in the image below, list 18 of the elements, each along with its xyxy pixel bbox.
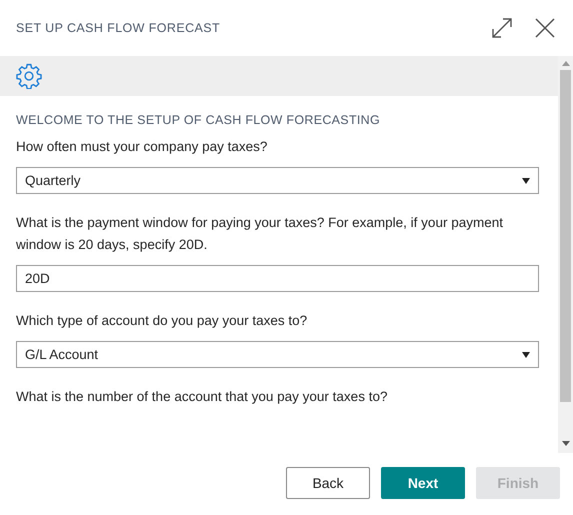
question-label: What is the payment window for paying your taxes? For example, if your payment window is 20 days, specify 20D. bbox=[16, 214, 504, 254]
scrollbar[interactable] bbox=[558, 56, 573, 453]
dropdown-arrow-icon bbox=[522, 352, 530, 358]
dropdown-field[interactable]: Quarterly bbox=[16, 167, 539, 194]
question-label: Which type of account do you pay your taxes to? bbox=[16, 312, 308, 330]
settings-icon[interactable] bbox=[16, 63, 42, 89]
dropdown-arrow-icon bbox=[522, 178, 530, 184]
close-icon[interactable] bbox=[535, 18, 555, 38]
dropdown-field[interactable]: G/L Account bbox=[16, 341, 539, 368]
section-heading: WELCOME TO THE SETUP OF CASH FLOW FORECASTING bbox=[16, 113, 382, 127]
scroll-down-icon[interactable] bbox=[562, 441, 570, 447]
expand-icon[interactable] bbox=[491, 17, 513, 39]
wizard-button[interactable]: Next bbox=[381, 467, 465, 499]
question-label: What is the number of the account that you pay your taxes to? bbox=[16, 388, 388, 406]
wizard-button[interactable]: Back bbox=[286, 467, 370, 499]
window-title: SET UP CASH FLOW FORECAST bbox=[16, 21, 222, 35]
question-label: How often must your company pay taxes? bbox=[16, 138, 268, 156]
input-field[interactable]: 20D bbox=[16, 265, 539, 292]
